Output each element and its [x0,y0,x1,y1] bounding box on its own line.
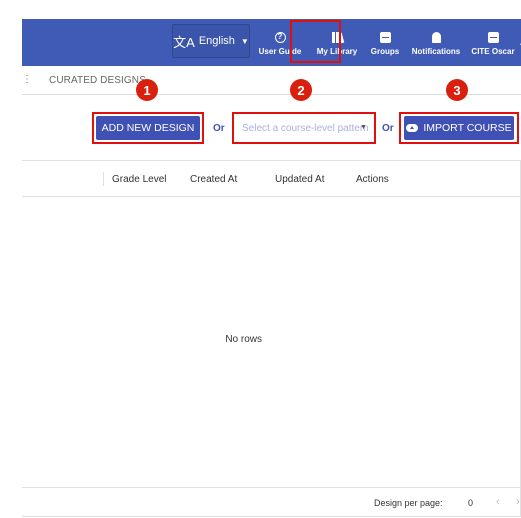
nav-groups-label: Groups [370,47,400,56]
bell-icon [431,31,441,43]
highlight-add-design [92,112,204,144]
prev-page-icon[interactable]: ‹ [496,496,500,508]
chevron-down-icon: ▼ [240,36,249,46]
account-icon [487,31,499,43]
groups-icon [379,31,391,43]
nav-notifications-label: Notifications [411,47,461,56]
nav-account[interactable]: CITE Oscar [468,23,518,63]
rows-per-page-label: Design per page: [374,498,443,508]
help-circle-icon: ? [274,31,286,43]
next-page-icon[interactable]: › [516,496,520,508]
nav-groups[interactable]: Groups [365,23,405,63]
column-created-at[interactable]: Created At [182,174,237,185]
highlight-pattern-select [232,112,376,144]
step-badge-2: 2 [290,79,312,101]
nav-account-label: CITE Oscar [471,47,515,56]
language-selector[interactable]: 文A English ▼ [172,24,250,58]
or-separator: Or [382,123,394,134]
column-updated-at[interactable]: Updated At [267,174,324,185]
rows-per-page-value[interactable]: 0 [468,498,473,508]
step-badge-1: 1 [136,79,158,101]
top-app-bar: 文A English ▼ ? User Guide My Library Gro… [22,19,521,66]
language-label: English [198,35,235,47]
menu-icon[interactable]: ⋮ [22,74,32,85]
column-actions[interactable]: Actions [348,174,389,185]
highlight-import-course [399,112,519,144]
tab-curated-designs[interactable]: CURATED DESIGNS [49,75,146,86]
table-header: Grade Level Created At Updated At Action… [22,161,520,197]
designs-table: Grade Level Created At Updated At Action… [22,160,521,517]
nav-notifications[interactable]: Notifications [407,23,465,63]
highlight-my-library [290,20,341,63]
empty-state-text: No rows [225,334,262,345]
step-badge-3: 3 [446,79,468,101]
column-grade-level[interactable]: Grade Level [103,172,166,186]
translate-icon: 文A [173,34,195,50]
or-separator: Or [213,123,225,134]
table-footer: Design per page: 0 ‹ › [22,487,520,517]
